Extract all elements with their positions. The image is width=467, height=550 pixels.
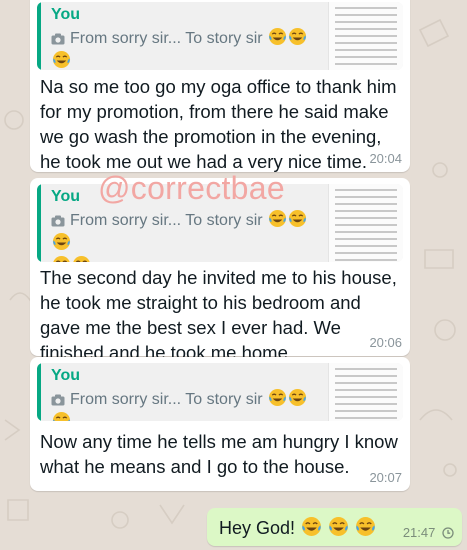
tears-of-joy-emoji-icon (269, 388, 287, 407)
outgoing-message[interactable]: Hey God! 21:47 (207, 508, 462, 546)
quoted-reply[interactable]: You From sorry sir... To story sir (37, 2, 403, 70)
clock-icon (442, 527, 454, 539)
camera-icon (51, 215, 65, 227)
quote-image-thumbnail (328, 184, 403, 262)
quoted-reply[interactable]: You From sorry sir... To story sir (37, 363, 403, 421)
tears-of-joy-emoji-icon (302, 517, 322, 536)
tears-of-joy-emoji-icon (329, 517, 349, 536)
quote-preview: From sorry sir... To story sir (51, 388, 309, 421)
tears-of-joy-emoji-icon (73, 255, 90, 262)
message-text: Now any time he tells me am hungry I kno… (40, 431, 398, 477)
quote-text: From sorry sir... To story sir (70, 30, 263, 47)
camera-icon (51, 33, 65, 45)
quote-text: From sorry sir... To story sir (70, 391, 263, 408)
tears-of-joy-emoji-icon (289, 27, 307, 46)
tears-of-joy-emoji-icon (52, 232, 71, 251)
quote-author: You (51, 367, 81, 384)
outgoing-message-content: Hey God! (219, 516, 376, 539)
tears-of-joy-emoji-icon (289, 388, 307, 407)
message-time: 21:47 (402, 525, 436, 540)
message-text: Hey God! (219, 518, 296, 538)
quote-accent-bar (37, 184, 41, 262)
quote-image-thumbnail (328, 2, 403, 70)
message-text: The second day he invited me to his hous… (40, 267, 397, 363)
tears-of-joy-emoji-icon (52, 50, 71, 69)
incoming-message[interactable]: You From sorry sir... To story sir Now a… (30, 357, 410, 491)
quote-author: You (51, 6, 81, 23)
tears-of-joy-emoji-icon (269, 209, 287, 228)
incoming-message[interactable]: You From sorry sir... To story sir Na so… (30, 0, 410, 172)
outgoing-message-meta: 21:47 (403, 525, 454, 540)
quote-accent-bar (37, 2, 41, 70)
camera-icon (51, 394, 65, 406)
message-text: Na so me too go my oga office to thank h… (40, 76, 397, 172)
message-time: 20:06 (369, 335, 402, 350)
watermark: @correctbae (98, 170, 285, 206)
quote-accent-bar (37, 363, 41, 421)
message-time: 20:04 (369, 151, 402, 166)
tears-of-joy-emoji-icon (269, 27, 287, 46)
quote-image-thumbnail (328, 363, 403, 421)
quote-text: From sorry sir... To story sir (70, 212, 263, 229)
tears-of-joy-emoji-icon (53, 255, 70, 262)
tears-of-joy-emoji-icon (52, 411, 71, 421)
quote-preview: From sorry sir... To story sir (51, 27, 309, 70)
quote-author: You (51, 188, 81, 205)
message-time: 20:07 (369, 470, 402, 485)
tears-of-joy-emoji-icon (289, 209, 307, 228)
tears-of-joy-emoji-icon (356, 517, 376, 536)
quote-preview: From sorry sir... To story sir (51, 209, 309, 262)
